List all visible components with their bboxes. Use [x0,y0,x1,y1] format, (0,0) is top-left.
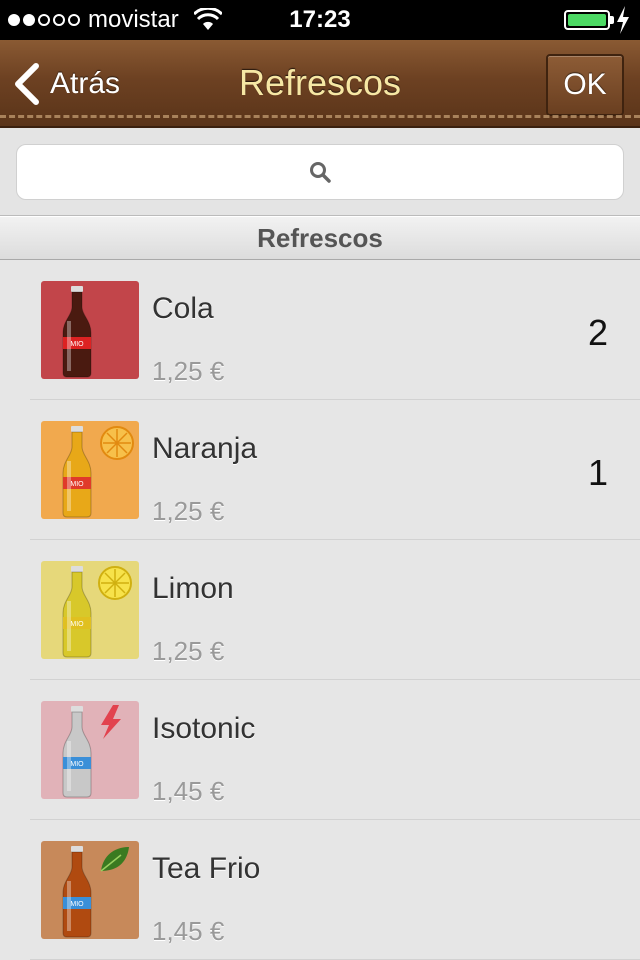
list-item[interactable]: MIO Cola 1,25 € 2 [30,260,640,400]
product-price: 1,25 € [152,636,225,666]
quantity-badge: 1 [587,452,608,493]
product-name: Naranja [152,432,258,465]
list-item[interactable]: MIO Isotonic 1,45 € [30,680,640,820]
battery-icon [564,10,610,30]
product-list: MIO Cola 1,25 € 2 MIO Naranja 1,25 € 1 MIO Limon 1… [0,260,640,960]
product-price: 1,45 € [152,776,225,806]
page-title: Refrescos [238,62,402,103]
product-image: MIO [41,841,139,939]
product-image: MIO [41,421,139,519]
product-name: Isotonic [152,712,256,745]
quantity-badge: 2 [587,312,608,353]
list-item[interactable]: MIO Naranja 1,25 € 1 [30,400,640,540]
search-input[interactable] [16,144,624,200]
product-name: Tea Frio [152,852,261,885]
product-name: Limon [152,572,234,605]
svg-text:MIO: MIO [70,341,84,348]
svg-text:MIO: MIO [70,481,84,488]
list-item[interactable]: MIO Limon 1,25 € [30,540,640,680]
product-image: MIO [41,281,139,379]
product-price: 1,45 € [152,916,225,946]
product-image: MIO [41,561,139,659]
svg-text:MIO: MIO [70,621,84,628]
section-header: Refrescos [0,216,640,260]
ok-button[interactable]: OK [546,54,624,116]
search-bar [0,128,640,216]
product-price: 1,25 € [152,356,225,386]
list-item[interactable]: MIO Tea Frio 1,45 € [30,820,640,960]
status-bar: movistar 17:23 [0,0,640,40]
charging-icon [617,6,629,34]
product-price: 1,25 € [152,496,225,526]
navigation-bar: Atrás Refrescos OK [0,40,640,128]
svg-text:MIO: MIO [70,901,84,908]
product-image: MIO [41,701,139,799]
search-icon [310,162,331,183]
product-name: Cola [152,292,214,325]
svg-text:MIO: MIO [70,761,84,768]
status-time: 17:23 [289,6,351,33]
